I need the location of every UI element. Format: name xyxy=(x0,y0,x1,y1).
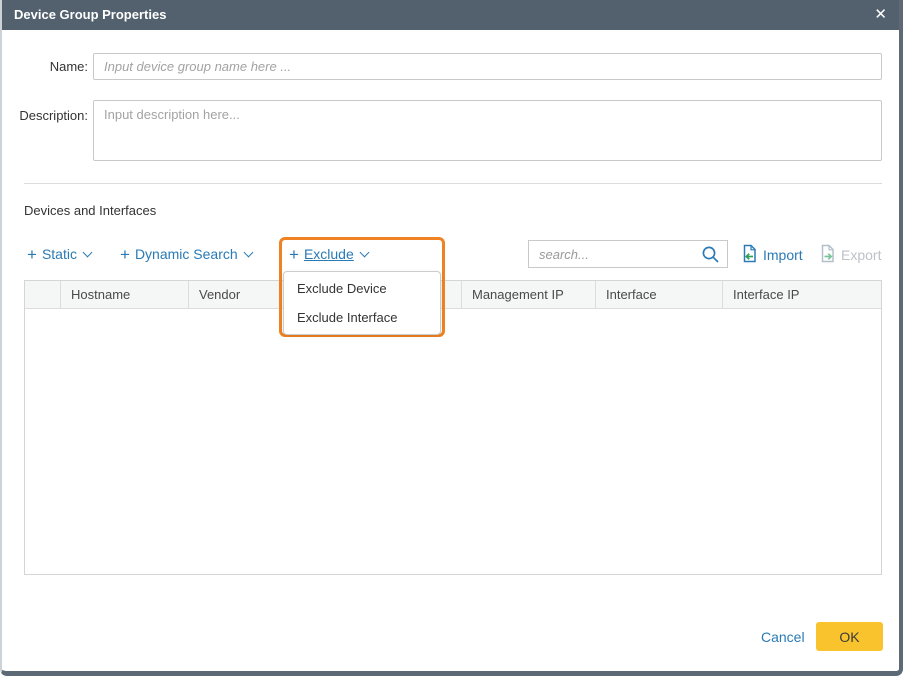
exclude-label: Exclude xyxy=(304,246,354,262)
exclude-dropdown-button[interactable]: + Exclude xyxy=(289,245,368,265)
menu-item-exclude-interface[interactable]: Exclude Interface xyxy=(284,303,440,332)
devices-table-header: Hostname Vendor Management IP Interface … xyxy=(25,281,881,309)
export-button-disabled[interactable]: Export xyxy=(819,244,881,266)
devices-table: Hostname Vendor Management IP Interface … xyxy=(24,280,882,575)
column-header-interface-ip[interactable]: Interface IP xyxy=(723,281,881,308)
plus-icon: + xyxy=(289,245,299,264)
dialog-title: Device Group Properties xyxy=(14,0,166,30)
close-icon[interactable]: ✕ xyxy=(874,0,887,30)
plus-icon: + xyxy=(27,245,37,264)
description-input[interactable] xyxy=(93,100,882,161)
name-input[interactable] xyxy=(93,53,882,80)
section-title: Devices and Interfaces xyxy=(24,203,156,218)
column-header-hostname[interactable]: Hostname xyxy=(61,281,189,308)
column-header-interface[interactable]: Interface xyxy=(596,281,723,308)
search-box xyxy=(528,240,728,268)
import-label: Import xyxy=(763,247,803,263)
ok-button[interactable]: OK xyxy=(816,622,883,651)
devices-table-body-empty xyxy=(25,309,881,575)
name-label: Name: xyxy=(2,59,88,74)
column-header-management-ip[interactable]: Management IP xyxy=(462,281,596,308)
chevron-down-icon xyxy=(83,248,93,258)
dialog-titlebar: Device Group Properties ✕ xyxy=(2,0,899,30)
search-icon[interactable] xyxy=(700,244,721,270)
cancel-button[interactable]: Cancel xyxy=(761,629,805,645)
chevron-down-icon xyxy=(359,248,369,258)
dynamic-search-dropdown-button[interactable]: + Dynamic Search xyxy=(120,245,252,265)
export-label: Export xyxy=(841,247,881,263)
search-input[interactable] xyxy=(529,241,699,267)
import-button[interactable]: Import xyxy=(741,244,803,266)
menu-item-exclude-device[interactable]: Exclude Device xyxy=(284,274,440,303)
device-group-properties-dialog: Device Group Properties ✕ Name: Descript… xyxy=(0,0,903,676)
import-icon xyxy=(741,244,758,266)
exclude-dropdown-menu: Exclude Device Exclude Interface xyxy=(283,271,441,335)
column-header-select[interactable] xyxy=(25,281,61,308)
static-label: Static xyxy=(42,246,77,262)
description-label: Description: xyxy=(2,108,88,123)
export-icon xyxy=(819,244,836,266)
plus-icon: + xyxy=(120,245,130,264)
chevron-down-icon xyxy=(243,248,253,258)
section-divider xyxy=(24,183,882,184)
static-dropdown-button[interactable]: + Static xyxy=(27,245,91,265)
dynamic-search-label: Dynamic Search xyxy=(135,246,238,262)
